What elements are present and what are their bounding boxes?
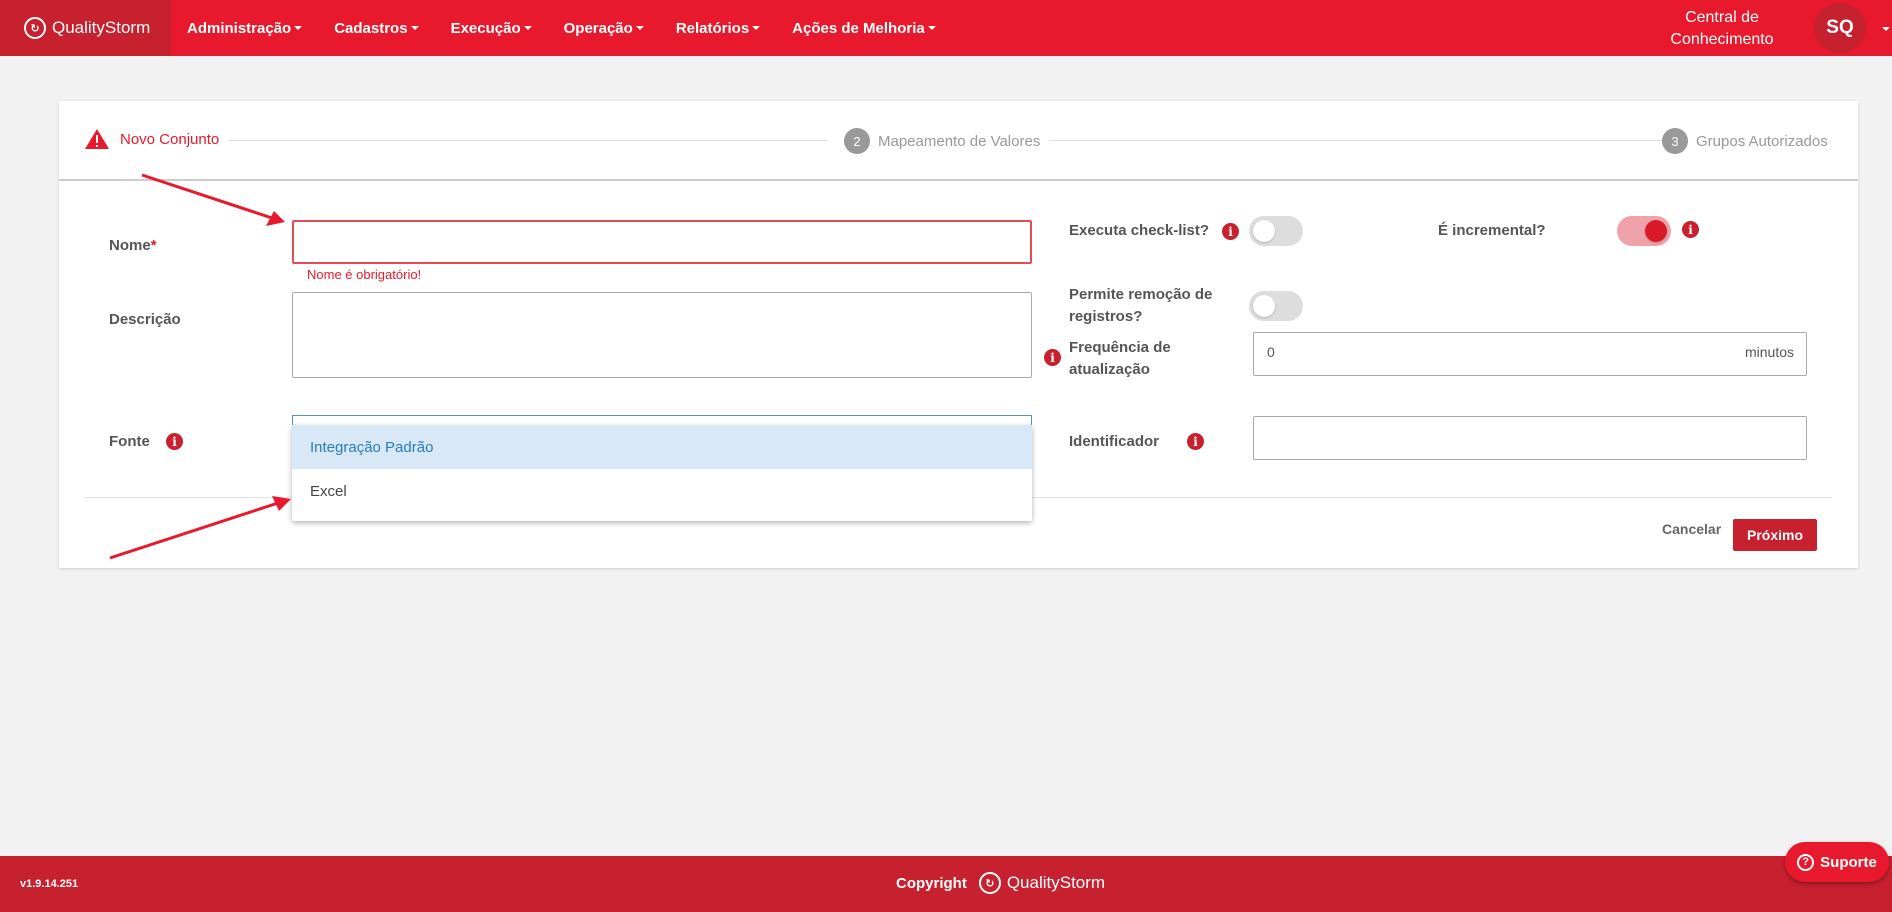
nav-administracao[interactable]: Administração <box>171 20 318 37</box>
step-connector <box>1049 140 1687 141</box>
fonte-option-integracao-padrao[interactable]: Integração Padrão <box>292 425 1032 469</box>
caret-down-icon <box>410 26 419 30</box>
step-label: Mapeamento de Valores <box>878 132 1041 150</box>
toggle-knob <box>1645 220 1667 242</box>
incremental-info-icon[interactable]: i <box>1682 221 1699 238</box>
next-button[interactable]: Próximo <box>1733 519 1817 551</box>
incremental-label: É incremental? <box>1438 222 1546 239</box>
brand-logo[interactable]: ↻ QualityStorm <box>0 0 171 56</box>
fonte-dropdown-menu: Integração Padrão Excel <box>292 425 1032 521</box>
step-grupos[interactable]: 3 Grupos Autorizados <box>1662 128 1828 154</box>
step-number: 3 <box>1662 128 1688 154</box>
page-footer: v1.9.14.251 Copyright ↻ QualityStorm <box>0 856 1892 912</box>
step-mapeamento[interactable]: 2 Mapeamento de Valores <box>844 128 1040 154</box>
nav-relatorios[interactable]: Relatórios <box>660 20 776 37</box>
caret-down-icon <box>927 26 936 30</box>
copyright-block: Copyright ↻ QualityStorm <box>896 872 1105 894</box>
wizard-stepper: Novo Conjunto 2 Mapeamento de Valores 3 … <box>59 101 1858 181</box>
warning-icon <box>85 129 109 149</box>
footer-brand: QualityStorm <box>1006 873 1106 892</box>
executa-checklist-info-icon[interactable]: i <box>1222 223 1239 240</box>
qualitystorm-logo-icon: ↻ <box>978 872 1001 894</box>
nav-operacao[interactable]: Operação <box>548 20 660 37</box>
user-avatar[interactable]: SQ <box>1814 3 1866 53</box>
frequencia-unit: minutos <box>1744 344 1794 360</box>
support-button[interactable]: ? Suporte <box>1785 842 1889 882</box>
permite-remocao-toggle[interactable] <box>1249 291 1303 321</box>
frequencia-info-icon[interactable]: i <box>1044 349 1061 366</box>
nav-cadastros[interactable]: Cadastros <box>318 20 434 37</box>
knowledge-center-link[interactable]: Central de Conhecimento <box>1640 7 1804 51</box>
brand-name: QualityStorm <box>52 18 151 37</box>
frequencia-label: Frequência de atualização <box>1069 339 1171 378</box>
cancel-button[interactable]: Cancelar <box>1662 521 1721 537</box>
nav-execucao[interactable]: Execução <box>435 20 548 37</box>
step-label: Novo Conjunto <box>120 130 220 148</box>
main-nav: Administração Cadastros Execução Operaçã… <box>171 0 952 56</box>
step-novo-conjunto[interactable]: Novo Conjunto <box>84 128 219 150</box>
nome-label: Nome* <box>109 235 157 257</box>
avatar-caret-icon[interactable] <box>1882 27 1890 31</box>
frequencia-input[interactable]: 0 minutos <box>1253 332 1807 376</box>
nome-error-message: Nome é obrigatório! <box>307 267 422 282</box>
executa-checklist-label: Executa check-list? <box>1069 222 1210 239</box>
nav-acoes-de-melhoria[interactable]: Ações de Melhoria <box>776 20 952 37</box>
caret-down-icon <box>752 26 761 30</box>
incremental-toggle[interactable] <box>1617 216 1671 246</box>
help-icon: ? <box>1797 853 1815 871</box>
toggle-knob <box>1253 220 1275 242</box>
identificador-info-icon[interactable]: i <box>1187 433 1204 450</box>
nav-label: Cadastros <box>334 19 408 37</box>
nav-label: Administração <box>187 19 292 37</box>
nome-label-text: Nome <box>109 237 151 254</box>
fonte-label: Fonte <box>109 433 150 450</box>
fonte-option-excel[interactable]: Excel <box>292 469 1032 513</box>
identificador-input[interactable] <box>1253 416 1807 460</box>
required-mark: * <box>150 237 157 254</box>
identificador-label: Identificador <box>1069 433 1160 450</box>
caret-down-icon <box>635 26 644 30</box>
top-navbar: ↻ QualityStorm Administração Cadastros E… <box>0 0 1892 56</box>
step-number: 2 <box>844 128 870 154</box>
nav-label: Relatórios <box>675 19 750 37</box>
permite-remocao-label: Permite remoção de registros? <box>1069 286 1213 325</box>
qualitystorm-logo-icon: ↻ <box>24 17 46 39</box>
nav-label: Execução <box>450 19 521 37</box>
frequencia-value: 0 <box>1267 344 1275 360</box>
support-label: Suporte <box>1820 853 1877 871</box>
executa-checklist-toggle[interactable] <box>1249 216 1303 246</box>
nome-input[interactable] <box>292 220 1032 264</box>
toggle-knob <box>1253 295 1275 317</box>
fonte-info-icon[interactable]: i <box>166 433 183 450</box>
step-label: Grupos Autorizados <box>1696 132 1828 150</box>
copyright-text: Copyright <box>896 874 967 892</box>
descricao-textarea[interactable] <box>292 292 1032 378</box>
nav-label: Operação <box>563 19 633 37</box>
caret-down-icon <box>523 26 532 30</box>
caret-down-icon <box>294 26 303 30</box>
descricao-label: Descrição <box>109 311 181 328</box>
app-version: v1.9.14.251 <box>20 878 79 890</box>
step-connector <box>229 140 827 141</box>
nav-label: Ações de Melhoria <box>792 19 925 37</box>
